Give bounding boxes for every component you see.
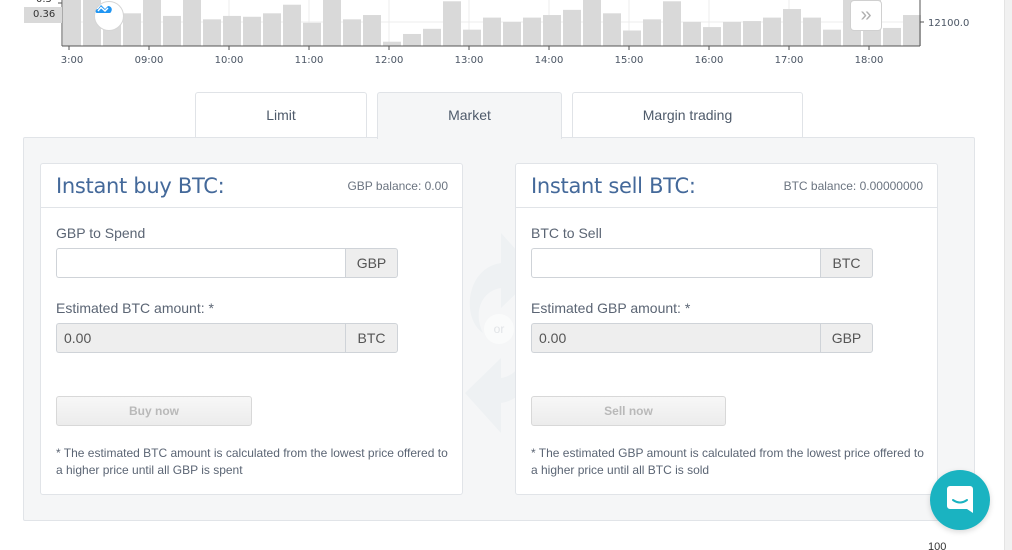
volume-bar — [203, 19, 221, 46]
estimate-input-group: 0.00 BTC — [56, 323, 398, 353]
x-tick-label: 17:00 — [775, 55, 804, 66]
balance-text[interactable]: GBP balance: 0.00 — [347, 179, 448, 193]
volume-bar — [723, 21, 741, 46]
panel-title: Instant sell BTC: — [531, 174, 696, 198]
estimate-note: * The estimated BTC amount is calculated… — [56, 446, 448, 477]
estimated-btc-input: 0.00 — [56, 323, 345, 353]
instant-buy-panel: Instant buy BTC: GBP balance: 0.00 GBP t… — [40, 163, 463, 495]
x-tick-label: 15:00 — [615, 55, 644, 66]
page-scrollbar[interactable] — [1004, 0, 1012, 550]
sell-input-group: BTC — [531, 248, 873, 278]
partial-footer-number: 100 — [928, 541, 947, 550]
volume-bar — [183, 0, 201, 46]
tab-market[interactable]: Market — [377, 92, 562, 139]
volume-bar — [643, 19, 661, 46]
volume-bar — [503, 21, 521, 46]
chat-bubble-icon — [947, 486, 973, 513]
panel-title: Instant buy BTC: — [56, 174, 225, 198]
volume-bar — [663, 1, 681, 47]
estimate-label: Estimated BTC amount: * — [56, 300, 214, 316]
sell-label: BTC to Sell — [531, 225, 602, 241]
volume-bar — [623, 30, 641, 46]
sell-now-button[interactable]: Sell now — [531, 396, 726, 426]
volume-bar — [123, 13, 141, 46]
volume-bar — [583, 0, 601, 46]
y-axis-crosshair-label: 0.36 — [24, 7, 62, 23]
volume-bar — [543, 15, 561, 46]
btc-to-sell-input[interactable] — [531, 248, 820, 278]
volume-bar — [523, 17, 541, 46]
volume-bar — [343, 19, 361, 46]
volume-bar — [763, 17, 781, 46]
x-tick-label: 10:00 — [215, 55, 244, 66]
volume-bar — [363, 15, 381, 46]
currency-addon: GBP — [345, 248, 398, 278]
x-tick-label: 12:00 — [375, 55, 404, 66]
panel-header: Instant buy BTC: GBP balance: 0.00 — [41, 164, 462, 208]
volume-chart[interactable]: 12100.0 3:00 09:00 10:00 11:00 12:00 13:00 14:0… — [0, 0, 1012, 75]
instant-sell-panel: Instant sell BTC: BTC balance: 0.0000000… — [515, 163, 938, 495]
chart-logo-button[interactable] — [94, 1, 124, 31]
x-tick-label: 11:00 — [295, 55, 324, 66]
spend-input-group: GBP — [56, 248, 398, 278]
volume-bar — [423, 28, 441, 46]
x-tick-label: 14:00 — [535, 55, 564, 66]
tradingview-cloud-icon — [95, 5, 112, 13]
market-order-container: Instant buy BTC: GBP balance: 0.00 GBP t… — [23, 137, 975, 521]
x-tick-label: 09:00 — [135, 55, 164, 66]
estimate-input-group: 0.00 GBP — [531, 323, 873, 353]
x-tick-label: 13:00 — [455, 55, 484, 66]
volume-bar — [303, 22, 321, 46]
chat-launcher-button[interactable] — [930, 470, 990, 530]
volume-bar — [323, 0, 341, 46]
currency-addon: GBP — [820, 323, 873, 353]
volume-bar — [63, 0, 81, 46]
volume-bar — [903, 15, 921, 46]
volume-bar — [143, 0, 161, 46]
volume-bar — [823, 29, 841, 46]
volume-bar — [883, 27, 901, 46]
buy-now-button[interactable]: Buy now — [56, 396, 252, 426]
volume-bar — [783, 9, 801, 46]
volume-bar — [283, 4, 301, 46]
volume-bar — [383, 41, 401, 46]
volume-bar — [463, 29, 481, 46]
tab-limit[interactable]: Limit — [195, 92, 367, 138]
or-label: or — [484, 314, 514, 344]
balance-text[interactable]: BTC balance: 0.00000000 — [784, 179, 923, 193]
estimate-note: * The estimated GBP amount is calculated… — [531, 446, 924, 477]
x-tick-label: 3:00 — [61, 55, 83, 66]
estimate-label: Estimated GBP amount: * — [531, 300, 691, 316]
page: 12100.0 3:00 09:00 10:00 11:00 12:00 13:00 14:0… — [0, 0, 1012, 550]
scroll-to-latest-button[interactable]: » — [850, 0, 882, 31]
currency-addon: BTC — [345, 323, 398, 353]
volume-bar — [743, 21, 761, 46]
panel-header: Instant sell BTC: BTC balance: 0.0000000… — [516, 164, 937, 208]
double-chevron-right-icon: » — [860, 4, 872, 26]
estimated-gbp-input: 0.00 — [531, 323, 820, 353]
y-axis-tick-label: 0.5 — [36, 0, 52, 5]
volume-bar — [403, 33, 421, 46]
gbp-to-spend-input[interactable] — [56, 248, 345, 278]
x-tick-label: 18:00 — [855, 55, 884, 66]
volume-bar — [483, 17, 501, 46]
volume-bar — [163, 15, 181, 46]
volume-bar — [263, 13, 281, 46]
volume-bar — [223, 15, 241, 46]
volume-bar — [803, 17, 821, 46]
volume-bar — [563, 9, 581, 46]
volume-bar — [243, 16, 261, 46]
volume-bar — [703, 27, 721, 46]
currency-addon: BTC — [820, 248, 873, 278]
x-tick-label: 16:00 — [695, 55, 724, 66]
tab-margin-trading[interactable]: Margin trading — [572, 92, 803, 138]
volume-bar — [443, 1, 461, 47]
volume-bar — [683, 21, 701, 46]
spend-label: GBP to Spend — [56, 225, 146, 241]
volume-bar — [603, 13, 621, 46]
y-right-tick-label: 12100.0 — [928, 18, 969, 29]
